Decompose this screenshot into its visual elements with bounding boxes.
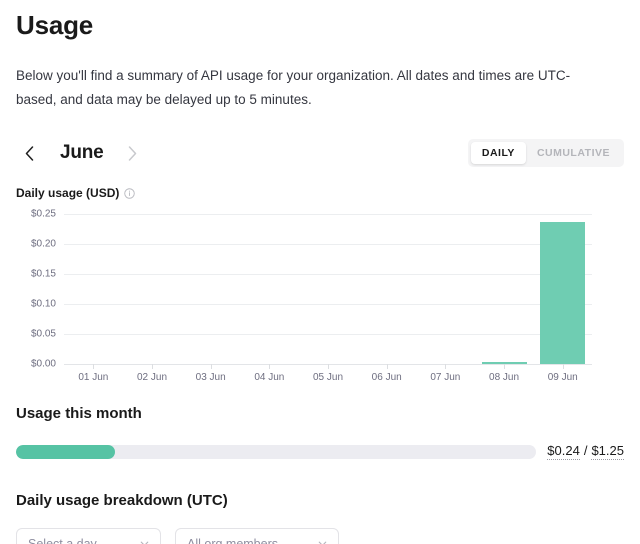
chart-x-tick (269, 364, 271, 369)
view-toggle-group: DAILY CUMULATIVE (467, 139, 624, 167)
chart-header: Daily usage (USD) (16, 186, 624, 200)
toggle-cumulative[interactable]: CUMULATIVE (526, 142, 621, 164)
chart-bar-slot[interactable] (64, 214, 123, 369)
chart-x-tick (445, 364, 447, 369)
usage-current-value[interactable]: $0.24 (547, 443, 580, 460)
next-month-button[interactable] (120, 140, 146, 166)
chart-bars (64, 214, 592, 369)
chart-plot-area: $0.00 $0.05 $0.10 $0.15 $0.20 $0.25 (31, 209, 592, 370)
chart-bar-slot[interactable] (299, 214, 358, 369)
chevron-down-icon (316, 537, 329, 544)
org-members-dropdown[interactable]: All org members (175, 528, 339, 544)
chart-x-axis-label: 03 Jun (195, 372, 226, 383)
chart-x-axis-label: 06 Jun (371, 372, 402, 383)
chart-x-axis-label: 04 Jun (254, 372, 285, 383)
toggle-daily[interactable]: DAILY (470, 142, 526, 164)
chart-y-axis-label: $0.05 (30, 328, 56, 340)
current-month-label: June (60, 142, 104, 163)
usage-separator: / (583, 443, 588, 458)
chart-bar-slot[interactable] (123, 214, 182, 369)
chart-x-axis-label: 02 Jun (136, 372, 168, 383)
chart-y-axis-label: $0.20 (30, 238, 56, 250)
usage-limit-value[interactable]: $1.25 (591, 443, 624, 460)
month-navigation-row: June DAILY CUMULATIVE (16, 138, 624, 168)
chart-x-tick (562, 364, 564, 369)
daily-usage-breakdown-section: Daily usage breakdown (UTC) Select a day… (16, 492, 624, 544)
chart-x-tick (328, 364, 330, 369)
chevron-right-icon (128, 145, 137, 161)
chart-x-axis-label: 01 Jun (78, 372, 109, 383)
chart-bar-slot[interactable] (416, 214, 475, 369)
chart-x-tick (386, 364, 388, 369)
usage-progress-row: $0.24 / $1.25 (16, 443, 624, 460)
chart-bar-slot[interactable] (357, 214, 416, 369)
chart-y-axis-label: $0.15 (30, 268, 56, 280)
usage-this-month-title: Usage this month (16, 405, 142, 422)
daily-usage-chart: $0.00 $0.05 $0.10 $0.15 $0.20 $0.25 01 Jun 02 … (16, 209, 624, 383)
chart-y-axis-label: $0.00 (30, 358, 56, 370)
org-members-value: All org members (187, 536, 278, 544)
chart-bar-slot[interactable] (181, 214, 240, 369)
chart-x-tick (210, 364, 212, 369)
usage-values: $0.24 / $1.25 (547, 443, 624, 460)
chart-x-tick (93, 364, 95, 369)
usage-page: Usage Below you'll find a summary of API… (0, 0, 640, 544)
chart-title: Daily usage (USD) (16, 186, 120, 200)
usage-this-month-section: Usage this month $0.24 / $1.25 (16, 405, 624, 460)
chart-x-axis-label: 07 Jun (430, 372, 461, 383)
chart-bar[interactable] (540, 222, 586, 364)
breakdown-title: Daily usage breakdown (UTC) (16, 492, 228, 509)
chart-y-axis-label: $0.10 (30, 298, 56, 310)
chevron-left-icon (25, 145, 34, 161)
breakdown-filters: Select a day All org members (16, 528, 624, 544)
chart-x-tick (152, 364, 153, 369)
previous-month-button[interactable] (16, 140, 42, 166)
page-description: Below you'll find a summary of API usage… (16, 68, 571, 107)
chart-bar-slot[interactable] (240, 214, 299, 369)
chart-bar-slot[interactable] (533, 214, 592, 369)
info-circle-icon[interactable] (124, 187, 136, 199)
chart-x-axis-label: 09 Jun (547, 372, 578, 383)
chart-x-tick (504, 364, 506, 369)
page-title: Usage (16, 10, 94, 40)
chart-x-axis-label: 08 Jun (489, 372, 520, 383)
usage-progress-track (16, 444, 537, 459)
chart-x-axis-label: 05 Jun (313, 372, 344, 383)
chevron-down-icon (138, 537, 151, 544)
chart-bar-slot[interactable] (475, 214, 534, 369)
chart-y-axis-label: $0.25 (30, 208, 56, 220)
select-a-day-dropdown[interactable]: Select a day (16, 528, 161, 544)
usage-progress-fill (16, 444, 115, 459)
select-a-day-value: Select a day (28, 536, 97, 544)
chart-x-axis-labels: 01 Jun 02 Jun 03 Jun 04 Jun 05 Jun 06 Jun 07 J… (64, 372, 592, 383)
